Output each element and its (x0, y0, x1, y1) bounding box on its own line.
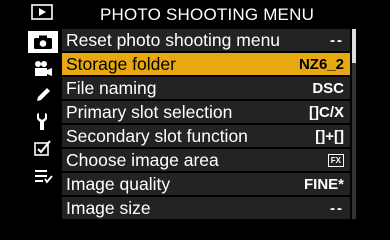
movie-camera-icon[interactable] (30, 58, 56, 80)
row-value: -- (330, 199, 344, 217)
scrollbar[interactable] (352, 29, 356, 219)
menu-title: PHOTO SHOOTING MENU (99, 5, 315, 24)
menu-row-image-quality[interactable]: Image quality FINE* (62, 173, 350, 195)
scroll-thumb[interactable] (352, 29, 356, 63)
row-label: Image quality (66, 173, 171, 194)
menu-row-storage-folder[interactable]: Storage folder NZ6_2 (62, 53, 350, 75)
fx-badge: FX (327, 153, 344, 167)
menu-row-secondary-slot[interactable]: Secondary slot function []+[] (62, 125, 350, 147)
menu-row-image-size[interactable]: Image size -- (62, 197, 350, 219)
row-label: Choose image area (66, 149, 219, 170)
retouch-icon[interactable] (30, 137, 56, 159)
row-value: DSC (312, 79, 344, 97)
menu-row-file-naming[interactable]: File naming DSC (62, 77, 350, 99)
menu-row-primary-slot[interactable]: Primary slot selection []C/X (62, 101, 350, 123)
wrench-icon[interactable] (30, 110, 56, 132)
row-value: NZ6_2 (298, 55, 344, 73)
row-label: Image size (66, 197, 151, 218)
pencil-icon[interactable] (30, 84, 56, 106)
row-label: Secondary slot function (66, 125, 248, 146)
menu-row-image-area[interactable]: Choose image area FX (62, 149, 350, 171)
menu-list: Reset photo shooting menu -- Storage fol… (62, 29, 350, 221)
row-value: FINE* (303, 175, 344, 193)
my-menu-icon[interactable] (30, 165, 56, 187)
row-label: Reset photo shooting menu (66, 29, 281, 50)
menu-row-reset[interactable]: Reset photo shooting menu -- (62, 29, 350, 51)
camera-icon[interactable] (28, 31, 58, 53)
row-value: []+[] (315, 127, 344, 145)
row-value: -- (330, 31, 344, 49)
menu-tab-sidebar (0, 0, 58, 219)
row-label: Primary slot selection (66, 101, 233, 122)
row-label: File naming (66, 77, 157, 98)
row-label: Storage folder (66, 53, 176, 74)
row-value: []C/X (309, 103, 344, 121)
playback-icon[interactable] (31, 4, 53, 25)
